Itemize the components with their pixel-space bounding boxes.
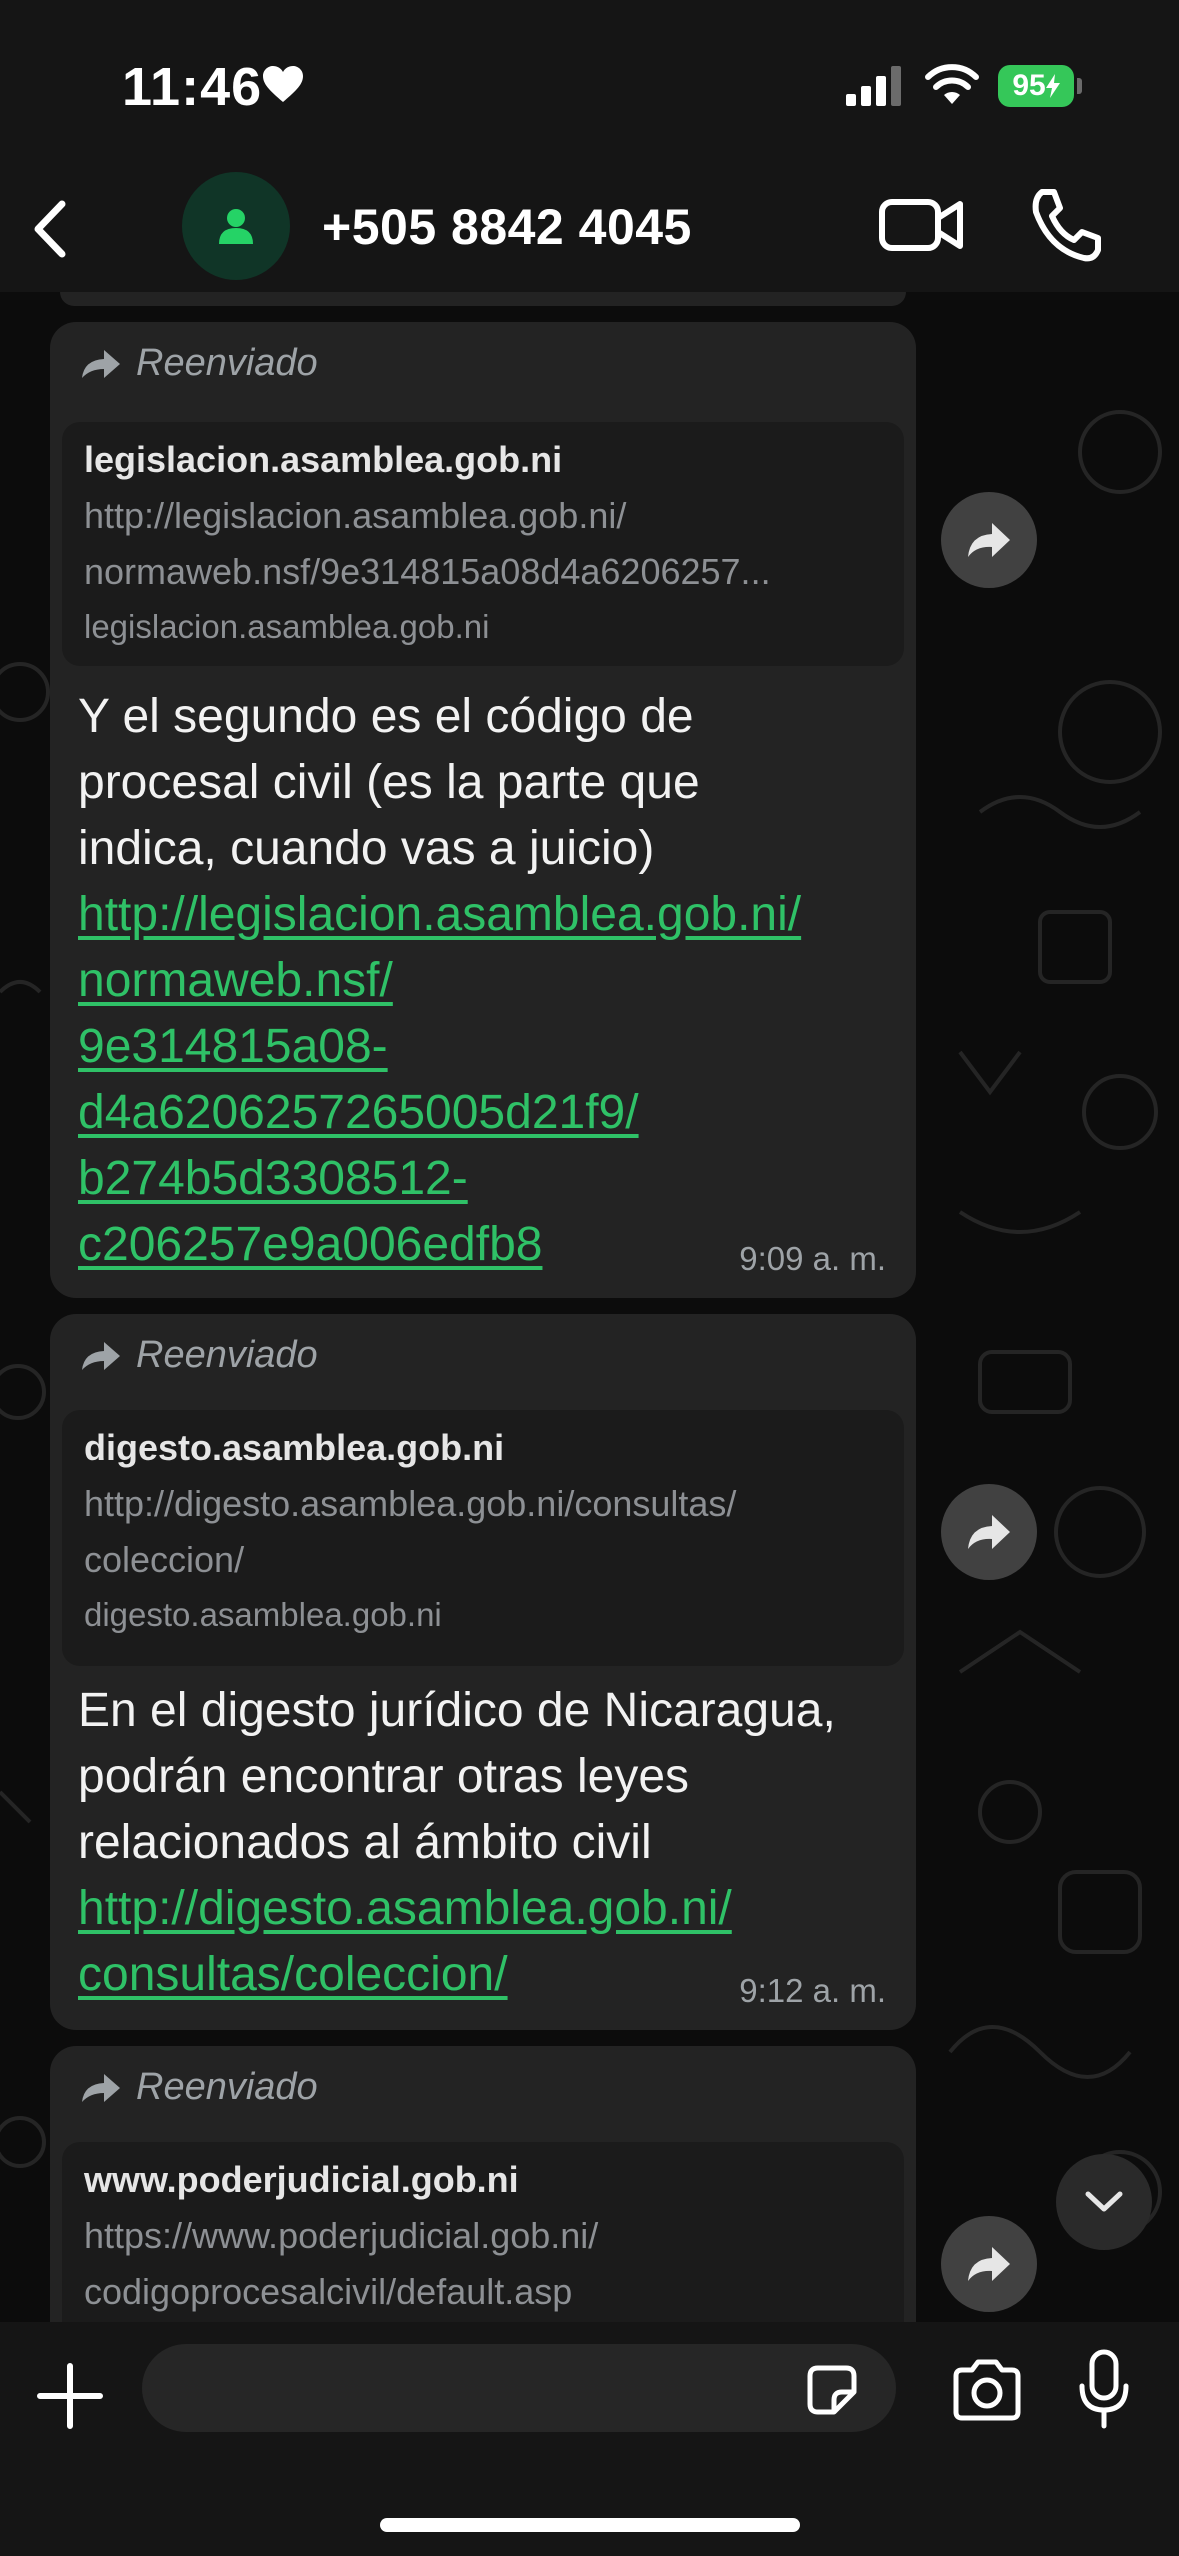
cellular-signal-icon (846, 66, 901, 106)
message-bubble[interactable]: Reenviado legislacion.asamblea.gob.ni ht… (50, 322, 916, 1298)
link-preview-description: normaweb.nsf/9e314815a08d4a6206257... (84, 551, 771, 592)
chevron-down-icon (1085, 2191, 1123, 2212)
person-icon (219, 209, 253, 244)
video-call-icon[interactable] (878, 190, 964, 260)
message-bubble[interactable]: Reenviado digesto.asamblea.gob.ni http:/… (50, 1314, 916, 2030)
forward-icon (82, 2073, 120, 2102)
link-preview-description: codigoprocesalcivil/default.asp (84, 2271, 573, 2312)
plus-icon[interactable] (36, 2362, 104, 2430)
contact-name[interactable]: +505 8842 4045 (322, 198, 692, 256)
battery-cap (1077, 78, 1082, 94)
forwarded-label: Reenviado (80, 2066, 318, 2109)
mic-icon[interactable] (1076, 2348, 1132, 2432)
forwarded-label: Reenviado (80, 342, 318, 385)
link-preview-host: legislacion.asamblea.gob.ni (84, 608, 490, 645)
message-link[interactable]: http://legislacion.asamblea.gob.ni/ (78, 882, 898, 948)
share-icon (968, 2247, 1010, 2281)
camera-icon[interactable] (950, 2358, 1024, 2422)
avatar[interactable] (182, 172, 290, 280)
phone-icon[interactable] (1028, 186, 1102, 264)
scroll-to-bottom-button[interactable] (1056, 2154, 1152, 2250)
charging-bolt-icon (1045, 74, 1060, 98)
home-indicator (380, 2518, 800, 2532)
battery-indicator: 95 (998, 65, 1074, 107)
message-link[interactable]: http://digesto.asamblea.gob.ni/ (78, 1876, 898, 1942)
status-bar: 11:46 95 (0, 0, 1179, 160)
forward-icon (82, 349, 120, 378)
forwarded-label: Reenviado (80, 1334, 318, 1377)
previous-message-bubble (60, 292, 906, 306)
heart-icon (263, 66, 303, 102)
message-time: 9:12 a. m. (739, 1972, 886, 2009)
share-icon (968, 523, 1010, 557)
link-preview-title: www.poderjudicial.gob.ni (84, 2159, 519, 2200)
message-link[interactable]: normaweb.nsf/ (78, 948, 898, 1014)
message-text: En el digesto jurídico de Nicaragua, pod… (78, 1678, 898, 2008)
message-link[interactable]: b274b5d3308512- (78, 1146, 898, 1212)
link-preview-description: http://digesto.asamblea.gob.ni/consultas… (84, 1483, 737, 1524)
back-icon[interactable] (18, 194, 88, 264)
message-text: Y el segundo es el código de procesal ci… (78, 684, 898, 1278)
share-button[interactable] (941, 1484, 1037, 1580)
link-preview[interactable]: legislacion.asamblea.gob.ni http://legis… (62, 422, 904, 666)
share-button[interactable] (941, 2216, 1037, 2312)
message-bubble[interactable]: Reenviado www.poderjudicial.gob.ni https… (50, 2046, 916, 2362)
message-link[interactable]: 9e314815a08- (78, 1014, 898, 1080)
status-time: 11:46 (122, 57, 263, 117)
link-preview-host: digesto.asamblea.gob.ni (84, 1596, 442, 1633)
message-time: 9:09 a. m. (739, 1240, 886, 1277)
battery-level: 95 (1012, 69, 1046, 102)
share-icon (968, 1515, 1010, 1549)
link-preview-description: coleccion/ (84, 1539, 245, 1580)
message-link[interactable]: d4a6206257265005d21f9/ (78, 1080, 898, 1146)
sticker-icon[interactable] (804, 2362, 860, 2418)
wifi-icon (925, 64, 979, 104)
link-preview-title: legislacion.asamblea.gob.ni (84, 439, 563, 480)
message-composer (0, 2322, 1179, 2556)
chat-header: +505 8842 4045 (0, 160, 1179, 292)
message-input[interactable] (142, 2344, 896, 2432)
link-preview-description: http://legislacion.asamblea.gob.ni/ (84, 495, 627, 536)
link-preview-title: digesto.asamblea.gob.ni (84, 1427, 505, 1468)
link-preview-description: https://www.poderjudicial.gob.ni/ (84, 2215, 599, 2256)
link-preview[interactable]: digesto.asamblea.gob.ni http://digesto.a… (62, 1410, 904, 1666)
forward-icon (82, 1341, 120, 1370)
share-button[interactable] (941, 492, 1037, 588)
